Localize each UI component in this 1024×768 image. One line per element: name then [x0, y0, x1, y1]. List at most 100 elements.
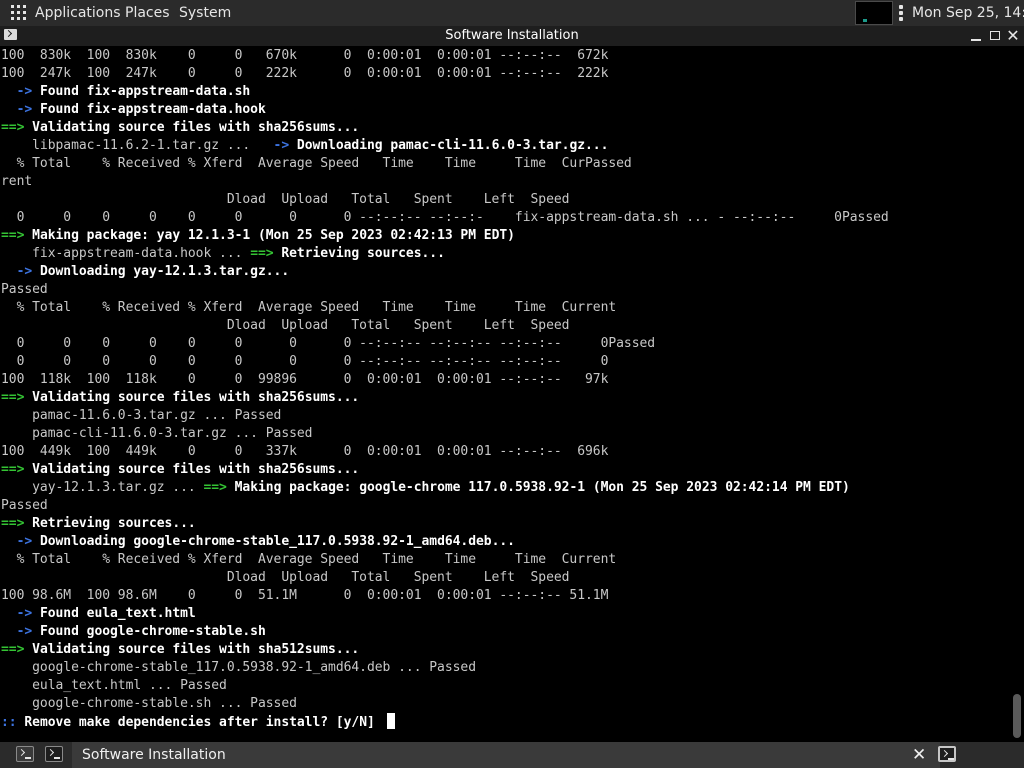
terminal-text: Downloading pamac-cli-11.6.0-3.tar.gz...: [289, 138, 609, 153]
terminal-text: Passed: [1, 282, 48, 297]
terminal-text: fix-appstream-data.hook ...: [1, 246, 251, 261]
terminal-line: google-chrome-stable.sh ... Passed: [1, 695, 889, 713]
terminal-text: Retrieving sources...: [24, 516, 196, 531]
terminal-text: ->: [16, 534, 33, 549]
terminal-text: 100 247k 100 247k 0 0 222k 0 0:00:01 0:0…: [1, 66, 609, 81]
terminal-line: ==> Validating source files with sha256s…: [1, 389, 889, 407]
terminal-text: 0 0 0 0 0 0 0 0 --:--:-- --:--:-- --:--:…: [1, 354, 609, 369]
clock[interactable]: Mon Sep 25, 14:43: [912, 4, 1024, 22]
terminal-line: google-chrome-stable_117.0.5938.92-1_amd…: [1, 659, 889, 677]
menu-system[interactable]: System: [179, 4, 231, 22]
terminal-text: pamac-cli-11.6.0-3.tar.gz ... Passed: [1, 426, 313, 441]
terminal-text: pamac-11.6.0-3.tar.gz ... Passed: [1, 408, 282, 423]
terminal-line: 100 247k 100 247k 0 0 222k 0 0:00:01 0:0…: [1, 65, 889, 83]
terminal-line: Dload Upload Total Spent Left Speed: [1, 317, 889, 335]
terminal-line: ==> Making package: yay 12.1.3-1 (Mon 25…: [1, 227, 889, 245]
terminal-line: Passed: [1, 497, 889, 515]
terminal-line: 0 0 0 0 0 0 0 0 --:--:-- --:--:- fix-app…: [1, 209, 889, 227]
terminal-text: google-chrome-stable_117.0.5938.92-1_amd…: [1, 660, 476, 675]
minimize-button[interactable]: [966, 26, 986, 46]
taskbar-close-icon[interactable]: ✕: [912, 745, 926, 765]
taskbar: Software Installation ✕: [0, 742, 1024, 768]
taskbar-window-button[interactable]: Software Installation: [72, 742, 940, 768]
terminal-text: ->: [16, 624, 33, 639]
menu-places[interactable]: Places: [125, 4, 170, 22]
terminal-line: 100 449k 100 449k 0 0 337k 0 0:00:01 0:0…: [1, 443, 889, 461]
terminal-launcher-icon[interactable]: [16, 746, 34, 762]
terminal-scrollbar[interactable]: [1010, 46, 1024, 742]
more-options-icon[interactable]: [898, 5, 904, 21]
terminal-text: ->: [16, 264, 33, 279]
terminal-text: Validating source files with sha512sums.…: [24, 642, 360, 657]
close-button[interactable]: ✕: [1003, 26, 1023, 46]
terminal-text: 100 830k 100 830k 0 0 670k 0 0:00:01 0:0…: [1, 48, 609, 63]
terminal-text: Validating source files with sha256sums.…: [24, 120, 360, 135]
terminal-text: yay-12.1.3.tar.gz ...: [1, 480, 204, 495]
menu-applications[interactable]: Applications: [35, 4, 121, 22]
terminal-line: % Total % Received % Xferd Average Speed…: [1, 155, 889, 173]
terminal-text: 100 118k 100 118k 0 0 99896 0 0:00:01 0:…: [1, 372, 609, 387]
window-title: Software Installation: [445, 28, 579, 43]
terminal-text: Found google-chrome-stable.sh: [32, 624, 266, 639]
terminal-text: ==>: [1, 642, 25, 657]
terminal-text: ->: [16, 102, 33, 117]
terminal-text: Making package: yay 12.1.3-1 (Mon 25 Sep…: [24, 228, 515, 243]
terminal-text: 0 0 0 0 0 0 0 0 --:--:-- --:--:-- --:--:…: [1, 336, 656, 351]
terminal-text: ->: [16, 606, 33, 621]
terminal-text: Validating source files with sha256sums.…: [24, 390, 360, 405]
terminal-line: fix-appstream-data.hook ... ==> Retrievi…: [1, 245, 889, 263]
terminal-cursor: [386, 713, 395, 729]
terminal-text: % Total % Received % Xferd Average Speed…: [1, 300, 617, 315]
terminal-text: Remove make dependencies after install? …: [16, 715, 383, 730]
terminal-text: Making package: google-chrome 117.0.5938…: [226, 480, 850, 495]
terminal-text: ::: [1, 715, 17, 730]
active-terminal-icon[interactable]: [938, 746, 956, 762]
terminal-text: Dload Upload Total Spent Left Speed: [1, 318, 570, 333]
terminal-icon[interactable]: [45, 746, 63, 762]
terminal-text: ==>: [1, 516, 25, 531]
terminal-text: libpamac-11.6.2-1.tar.gz ...: [1, 138, 274, 153]
terminal-line: ==> Validating source files with sha256s…: [1, 119, 889, 137]
terminal-line: % Total % Received % Xferd Average Speed…: [1, 299, 889, 317]
terminal-line: 100 98.6M 100 98.6M 0 0 51.1M 0 0:00:01 …: [1, 587, 889, 605]
terminal-text: rent: [1, 174, 33, 189]
terminal-line: -> Found eula_text.html: [1, 605, 889, 623]
terminal-text: Retrieving sources...: [273, 246, 445, 261]
terminal-line: eula_text.html ... Passed: [1, 677, 889, 695]
apps-grid-icon[interactable]: [11, 5, 26, 20]
terminal-line: ==> Validating source files with sha256s…: [1, 461, 889, 479]
terminal-line: Dload Upload Total Spent Left Speed: [1, 191, 889, 209]
terminal-line: pamac-cli-11.6.0-3.tar.gz ... Passed: [1, 425, 889, 443]
window-titlebar[interactable]: Software Installation ✕: [0, 26, 1024, 46]
terminal-lines: 100 830k 100 830k 0 0 670k 0 0:00:01 0:0…: [1, 47, 889, 731]
terminal-text: ==>: [1, 120, 25, 135]
terminal-text: ==>: [1, 228, 25, 243]
scrollbar-thumb[interactable]: [1013, 694, 1021, 738]
terminal-text: Dload Upload Total Spent Left Speed: [1, 570, 570, 585]
maximize-button[interactable]: [985, 26, 1005, 46]
terminal-line: -> Found google-chrome-stable.sh: [1, 623, 889, 641]
terminal-text: Validating source files with sha256sums.…: [24, 462, 360, 477]
terminal-line: 100 118k 100 118k 0 0 99896 0 0:00:01 0:…: [1, 371, 889, 389]
terminal-line: 0 0 0 0 0 0 0 0 --:--:-- --:--:-- --:--:…: [1, 335, 889, 353]
terminal-output[interactable]: 100 830k 100 830k 0 0 670k 0 0:00:01 0:0…: [0, 46, 1010, 742]
terminal-text: Found fix-appstream-data.sh: [32, 84, 251, 99]
terminal-text: ->: [16, 84, 33, 99]
terminal-line: % Total % Received % Xferd Average Speed…: [1, 551, 889, 569]
terminal-text: ==>: [203, 480, 227, 495]
terminal-text: eula_text.html ... Passed: [1, 678, 227, 693]
terminal-line: 100 830k 100 830k 0 0 670k 0 0:00:01 0:0…: [1, 47, 889, 65]
top-panel: Applications Places System Mon Sep 25, 1…: [0, 0, 1024, 26]
terminal-line: libpamac-11.6.2-1.tar.gz ... -> Download…: [1, 137, 889, 155]
terminal-text: ==>: [1, 462, 25, 477]
terminal-line: Passed: [1, 281, 889, 299]
terminal-text: 0 0 0 0 0 0 0 0 --:--:-- --:--:- fix-app…: [1, 210, 889, 225]
terminal-line: ==> Retrieving sources...: [1, 515, 889, 533]
system-monitor-icon[interactable]: [855, 1, 893, 25]
terminal-text: ==>: [1, 390, 25, 405]
